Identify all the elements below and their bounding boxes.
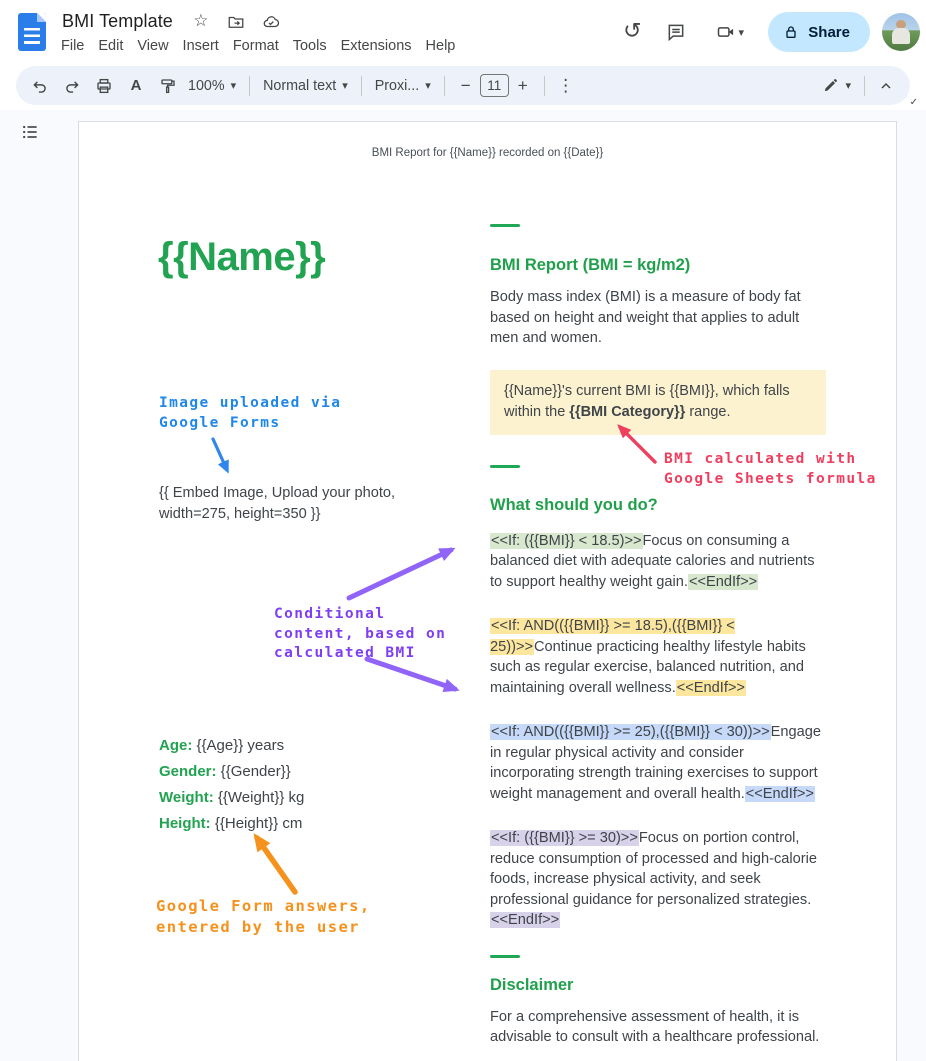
version-history-icon[interactable]: ↺ [612,12,652,52]
toolbar-divider [444,76,445,96]
increase-font-size-button[interactable]: + [509,72,537,100]
stat-line: Weight: {{Weight}} kg [159,785,304,811]
pencil-icon [822,77,839,94]
chevron-down-icon: ▾ [342,79,348,92]
green-divider [490,465,520,468]
document-title[interactable]: BMI Template [58,9,177,34]
blue-arrow [207,434,247,484]
decrease-font-size-button[interactable]: − [452,72,480,100]
what-heading: What should you do? [490,495,826,515]
toolbar: A ✓ 100%▾ Normal text▾ Proxi...▾ − 11 + … [16,66,910,105]
stat-label: Weight: [159,789,214,806]
purple-arrow-up [343,536,473,608]
disclaimer-body: For a comprehensive assessment of health… [490,1007,826,1048]
green-divider [490,224,520,227]
star-icon[interactable]: ☆ [190,11,212,33]
merge-tag: <<EndIf>> [745,786,815,802]
document-outline-icon[interactable] [17,119,43,145]
menu-item-file[interactable]: File [54,35,91,57]
menu-item-view[interactable]: View [130,35,175,57]
stat-label: Gender: [159,763,217,780]
undo-button[interactable] [26,72,54,100]
chevron-down-icon: ▾ [845,79,851,92]
zoom-select[interactable]: 100%▾ [182,72,242,100]
menu-item-format[interactable]: Format [226,35,286,57]
merge-tag: <<If: ({{BMI}} >= 30)>> [490,830,639,846]
paragraph-style-select[interactable]: Normal text▾ [257,72,354,100]
conditional-paragraph: <<If: ({{BMI}} < 18.5)>>Focus on consumi… [490,531,826,593]
font-size-input[interactable]: 11 [480,74,509,97]
stat-value: {{Weight}} kg [214,789,305,806]
more-options-icon[interactable]: ⋮ [552,72,580,100]
report-column: BMI Report (BMI = kg/m2) Body mass index… [490,224,826,1048]
embed-image-placeholder: {{ Embed Image, Upload your photo, width… [159,483,395,524]
annotation-bmi-formula: BMI calculated with Google Sheets formul… [664,450,877,489]
merge-tag: <<If: AND(({{BMI}} >= 25),({{BMI}} < 30)… [490,724,771,740]
share-button-label: Share [808,24,850,41]
stat-line: Age: {{Age}} years [159,733,304,759]
google-docs-logo-icon[interactable] [18,13,46,51]
merge-tag: <<EndIf>> [490,912,560,928]
stat-line: Gender: {{Gender}} [159,759,304,785]
collapse-toolbar-icon[interactable] [872,72,900,100]
red-arrow [605,414,671,472]
merge-tag: <<EndIf>> [676,680,746,696]
redo-button[interactable] [58,72,86,100]
conditional-paragraph: <<If: AND(({{BMI}} >= 25),({{BMI}} < 30)… [490,722,826,804]
conditional-paragraph: <<If: AND(({{BMI}} >= 18.5),({{BMI}} < 2… [490,616,826,698]
conditional-paragraph: <<If: ({{BMI}} >= 30)>>Focus on portion … [490,828,826,931]
merge-tag: <<If: ({{BMI}} < 18.5)>> [490,533,643,549]
paint-format-button[interactable] [154,72,182,100]
move-folder-icon[interactable] [225,11,247,33]
annotation-image-upload: Image uploaded via Google Forms [159,394,341,433]
chevron-down-icon: ▾ [425,79,431,92]
editing-mode-select[interactable]: ▾ [816,72,857,100]
spellcheck-button[interactable]: A ✓ [122,72,150,100]
cloud-saved-icon[interactable] [260,11,282,33]
video-call-icon[interactable]: ▾ [700,12,758,52]
comments-icon[interactable] [656,12,696,52]
document-page: BMI Report for {{Name}} recorded on {{Da… [78,121,897,1061]
chevron-down-icon: ▾ [231,79,237,92]
toolbar-divider [544,76,545,96]
conditional-blocks: <<If: ({{BMI}} < 18.5)>>Focus on consumi… [490,531,826,931]
stat-label: Height: [159,815,211,832]
stat-value: {{Gender}} [217,763,291,780]
menu-item-tools[interactable]: Tools [286,35,334,57]
account-avatar[interactable] [882,13,920,51]
report-heading: BMI Report (BMI = kg/m2) [490,255,826,275]
toolbar-divider [864,76,865,96]
report-body: Body mass index (BMI) is a measure of bo… [490,287,826,349]
chevron-down-icon: ▾ [739,26,745,39]
stat-value: {{Age}} years [192,737,284,754]
lock-icon [783,24,799,40]
menu-item-help[interactable]: Help [419,35,463,57]
app-header: BMI Template ☆ FileEditViewInsertFormatT… [0,0,926,64]
orange-arrow [239,822,311,904]
menu-item-extensions[interactable]: Extensions [334,35,419,57]
condition-text: Continue practicing healthy lifestyle ha… [490,639,806,696]
green-divider [490,955,520,958]
stat-label: Age: [159,737,192,754]
annotation-form-answers: Google Form answers, entered by the user [156,896,371,937]
share-button[interactable]: Share [768,12,870,52]
purple-arrow-down [361,652,477,704]
name-placeholder-heading: {{Name}} [158,235,325,280]
disclaimer-heading: Disclaimer [490,975,826,995]
page-header-text: BMI Report for {{Name}} recorded on {{Da… [79,147,896,159]
menu-item-insert[interactable]: Insert [176,35,226,57]
print-button[interactable] [90,72,118,100]
google-docs-app: BMI Template ☆ FileEditViewInsertFormatT… [0,0,926,1061]
text-segment: range. [685,404,730,420]
toolbar-divider [249,76,250,96]
menu-bar: FileEditViewInsertFormatToolsExtensionsH… [54,35,462,57]
merge-tag: <<EndIf>> [688,574,758,590]
font-family-select[interactable]: Proxi...▾ [369,72,437,100]
toolbar-divider [361,76,362,96]
menu-item-edit[interactable]: Edit [91,35,130,57]
